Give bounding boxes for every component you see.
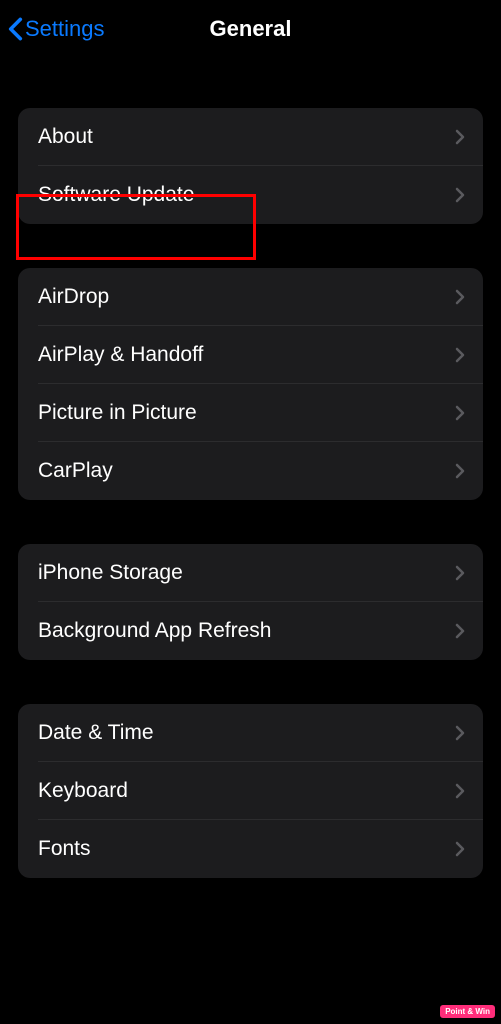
- row-label: Software Update: [38, 183, 194, 207]
- row-fonts[interactable]: Fonts: [18, 820, 483, 878]
- row-label: Date & Time: [38, 721, 154, 745]
- chevron-right-icon: [455, 783, 465, 799]
- row-airplay-handoff[interactable]: AirPlay & Handoff: [18, 326, 483, 384]
- row-about[interactable]: About: [18, 108, 483, 166]
- row-label: Keyboard: [38, 779, 128, 803]
- chevron-right-icon: [455, 463, 465, 479]
- row-label: Background App Refresh: [38, 619, 271, 643]
- row-label: CarPlay: [38, 459, 113, 483]
- settings-content: About Software Update AirDrop AirPlay & …: [0, 108, 501, 878]
- settings-group-2: AirDrop AirPlay & Handoff Picture in Pic…: [18, 268, 483, 500]
- chevron-right-icon: [455, 565, 465, 581]
- back-label: Settings: [25, 16, 105, 42]
- nav-header: Settings General: [0, 0, 501, 64]
- row-airdrop[interactable]: AirDrop: [18, 268, 483, 326]
- settings-group-1: About Software Update: [18, 108, 483, 224]
- row-keyboard[interactable]: Keyboard: [18, 762, 483, 820]
- row-label: Fonts: [38, 837, 91, 861]
- row-software-update[interactable]: Software Update: [18, 166, 483, 224]
- row-iphone-storage[interactable]: iPhone Storage: [18, 544, 483, 602]
- chevron-right-icon: [455, 289, 465, 305]
- row-label: AirDrop: [38, 285, 109, 309]
- row-label: AirPlay & Handoff: [38, 343, 203, 367]
- chevron-right-icon: [455, 347, 465, 363]
- chevron-right-icon: [455, 129, 465, 145]
- watermark: Point & Win: [440, 1005, 495, 1018]
- page-title: General: [210, 16, 292, 42]
- chevron-left-icon: [8, 17, 23, 41]
- row-background-app-refresh[interactable]: Background App Refresh: [18, 602, 483, 660]
- chevron-right-icon: [455, 187, 465, 203]
- chevron-right-icon: [455, 725, 465, 741]
- settings-group-3: iPhone Storage Background App Refresh: [18, 544, 483, 660]
- back-button[interactable]: Settings: [8, 16, 105, 42]
- row-carplay[interactable]: CarPlay: [18, 442, 483, 500]
- chevron-right-icon: [455, 623, 465, 639]
- row-date-time[interactable]: Date & Time: [18, 704, 483, 762]
- chevron-right-icon: [455, 405, 465, 421]
- chevron-right-icon: [455, 841, 465, 857]
- row-label: Picture in Picture: [38, 401, 197, 425]
- settings-group-4: Date & Time Keyboard Fonts: [18, 704, 483, 878]
- row-label: iPhone Storage: [38, 561, 183, 585]
- row-label: About: [38, 125, 93, 149]
- row-picture-in-picture[interactable]: Picture in Picture: [18, 384, 483, 442]
